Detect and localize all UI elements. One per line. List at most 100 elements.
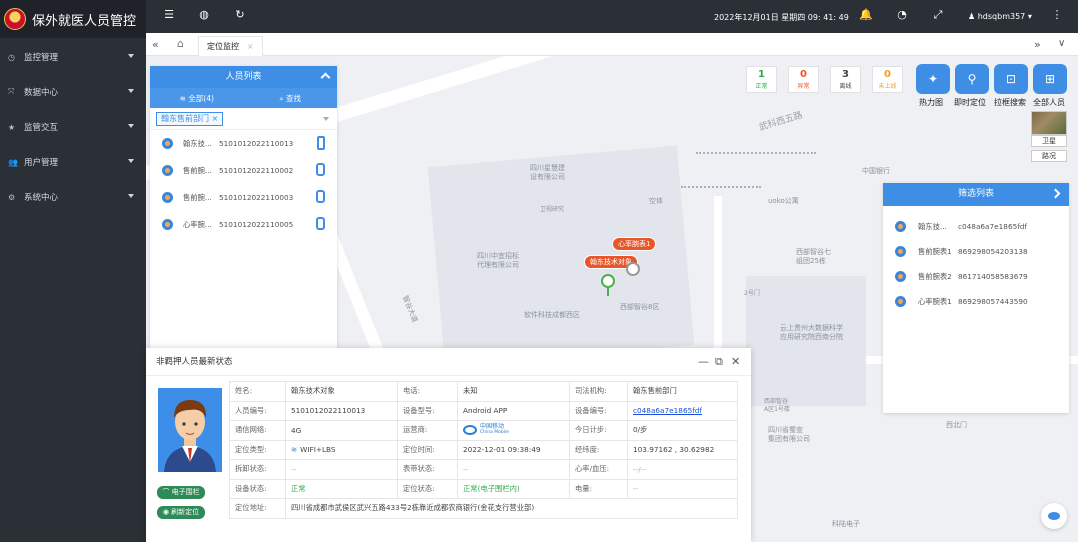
scroll-left-icon[interactable]: « bbox=[152, 38, 159, 51]
field-value: 0/步 bbox=[627, 420, 738, 441]
police-badge-icon bbox=[4, 8, 26, 30]
scroll-right-icon[interactable]: » bbox=[1034, 38, 1041, 51]
action-label[interactable]: 拉框搜索 bbox=[994, 97, 1026, 108]
grid-icon[interactable]: ⊞ bbox=[1033, 64, 1067, 94]
satellite-thumbnail[interactable] bbox=[1031, 111, 1067, 135]
device-code-link[interactable]: c048a6a7e1865fdf bbox=[633, 406, 702, 415]
box-search-icon[interactable]: ⊡ bbox=[994, 64, 1028, 94]
status-table: 姓名: 翰东技术对象 电话: 未知 司法机构: 翰东售前部门 人员编号: 5101012022… bbox=[229, 381, 738, 519]
bell-icon[interactable]: 🔔 bbox=[859, 8, 873, 22]
map-label: 四川省蜀宣 集团有限公司 bbox=[768, 426, 810, 443]
chevron-down-icon: ▾ bbox=[1027, 12, 1032, 21]
person-pin-icon bbox=[895, 296, 906, 307]
collapse-icon[interactable] bbox=[320, 72, 331, 83]
dept-chip[interactable]: 翰东售前部门 × bbox=[156, 112, 224, 126]
device-code: 869298054203138 bbox=[958, 247, 1028, 256]
fullscreen-icon[interactable]: ⤢ bbox=[931, 8, 945, 22]
eye-icon[interactable] bbox=[1041, 503, 1067, 529]
list-item[interactable]: 心率腕... 5101012022110005 bbox=[150, 211, 337, 238]
field-label-text: 运营商: bbox=[403, 425, 428, 435]
panel-title: 筛选列表 bbox=[957, 189, 994, 199]
china-mobile-logo-icon bbox=[463, 425, 477, 436]
map-pin-icon[interactable] bbox=[601, 274, 615, 288]
refresh-icon[interactable]: ↻ bbox=[233, 8, 247, 22]
locate-icon[interactable]: ⚲ bbox=[955, 64, 989, 94]
chevron-down-icon bbox=[128, 159, 134, 163]
list-item[interactable]: 售前腕表1 869298054203138 bbox=[883, 239, 1069, 264]
popup-header: 非羁押人员最新状态 — ⧉ ✕ bbox=[146, 348, 751, 376]
dashboard-icon[interactable]: ◔ bbox=[895, 8, 909, 22]
status-counter[interactable]: 3 离线 bbox=[830, 66, 861, 93]
menu-toggle-icon[interactable]: ☰ bbox=[162, 8, 176, 22]
device-code: c048a6a7e1865fdf bbox=[958, 222, 1027, 231]
tab-location-monitor[interactable]: 定位监控 × bbox=[198, 36, 263, 56]
map-marker-tag[interactable]: 心率腕表1 bbox=[612, 237, 657, 251]
map-type-traffic[interactable]: 路况 bbox=[1031, 150, 1067, 162]
sidebar-item[interactable]: ◷ 监控管理 bbox=[0, 40, 146, 74]
close-icon[interactable]: × bbox=[212, 114, 219, 123]
dept-select[interactable]: 翰东售前部门 × bbox=[150, 108, 337, 130]
tab-all[interactable]: ≋ 全部(4) bbox=[150, 93, 244, 104]
list-item[interactable]: 售前腕... 5101012022110003 bbox=[150, 184, 337, 211]
field-value-text: 未知 bbox=[463, 386, 478, 396]
list-item[interactable]: 售前腕... 5101012022110002 bbox=[150, 157, 337, 184]
list-item[interactable]: 翰东技... 5101012022110013 bbox=[150, 130, 337, 157]
watch-icon bbox=[316, 163, 325, 176]
person-name: 售前腕... bbox=[183, 192, 212, 202]
status-counter[interactable]: 1 正常 bbox=[746, 66, 777, 93]
sidebar-item[interactable]: ⚙ 系统中心 bbox=[0, 180, 146, 214]
chevron-down-icon[interactable] bbox=[323, 117, 329, 121]
sidebar-item[interactable]: ⤧ 数据中心 bbox=[0, 75, 146, 109]
chevron-down-icon[interactable]: ∨ bbox=[1058, 38, 1065, 49]
refresh-location-button[interactable]: ◉ 刷新定位 bbox=[157, 506, 205, 519]
chevron-right-icon[interactable] bbox=[1050, 188, 1061, 199]
field-label-text: 电话: bbox=[403, 386, 421, 396]
minimize-icon[interactable]: — bbox=[698, 348, 709, 376]
electronic-fence-button[interactable]: ⌒ 电子围栏 bbox=[157, 486, 205, 499]
person-list-header[interactable]: 人员列表 bbox=[150, 66, 337, 88]
map-label: 四川星慧建 设有限公司 bbox=[530, 164, 565, 181]
home-icon[interactable]: ⌂ bbox=[177, 37, 184, 50]
tab-label: 定位监控 bbox=[207, 42, 239, 51]
person-pin-icon bbox=[895, 221, 906, 232]
person-id: 5101012022110013 bbox=[219, 139, 294, 148]
person-pin-icon bbox=[895, 271, 906, 282]
map-type-satellite[interactable]: 卫星 bbox=[1031, 135, 1067, 147]
heatmap-icon[interactable]: ✦ bbox=[916, 64, 950, 94]
filter-list-header[interactable]: 筛选列表 bbox=[883, 183, 1069, 206]
field-value-text: --/-- bbox=[633, 464, 646, 474]
user-menu[interactable]: ♟ hdsqbm357 ▾ bbox=[968, 12, 1032, 21]
person-pin-icon bbox=[162, 138, 173, 149]
search-icon: ⌕ bbox=[279, 93, 284, 103]
status-counter[interactable]: 0 异常 bbox=[788, 66, 819, 93]
field-value: -- bbox=[285, 459, 398, 480]
close-icon[interactable]: ✕ bbox=[731, 348, 740, 376]
button-label: 电子围栏 bbox=[171, 488, 200, 496]
field-label: 设备型号: bbox=[397, 400, 458, 421]
field-value: c048a6a7e1865fdf bbox=[627, 400, 738, 421]
more-vert-icon[interactable]: ⋮ bbox=[1050, 8, 1064, 22]
action-label[interactable]: 即时定位 bbox=[954, 97, 986, 108]
list-item[interactable]: 售前腕表2 861714058583679 bbox=[883, 264, 1069, 289]
field-label: 定位时间: bbox=[397, 439, 458, 460]
table-row: 姓名: 翰东技术对象 电话: 未知 司法机构: 翰东售前部门 bbox=[229, 381, 738, 402]
status-counter[interactable]: 0 未上线 bbox=[872, 66, 903, 93]
sidebar-item[interactable]: 👥 用户管理 bbox=[0, 145, 146, 179]
list-item[interactable]: 翰东技... c048a6a7e1865fdf bbox=[883, 214, 1069, 239]
close-icon[interactable]: × bbox=[247, 42, 254, 51]
tab-search[interactable]: ⌕ 查找 bbox=[244, 93, 338, 104]
layers-icon: ≋ bbox=[179, 93, 186, 103]
map-pin-icon[interactable] bbox=[626, 262, 640, 276]
field-value-text: WIFI+LBS bbox=[300, 445, 336, 455]
field-label-text: 定位状态: bbox=[403, 483, 435, 493]
sidebar-item[interactable]: ★ 监管交互 bbox=[0, 110, 146, 144]
datetime: 2022年12月01日 星期四 09: 41: 49 bbox=[714, 13, 849, 22]
action-label[interactable]: 热力图 bbox=[919, 97, 943, 108]
list-item[interactable]: 心率腕表1 869298057443590 bbox=[883, 289, 1069, 314]
globe-icon[interactable]: ◍ bbox=[197, 8, 211, 22]
field-label-text: 人员编号: bbox=[235, 405, 267, 415]
action-label[interactable]: 全部人员 bbox=[1033, 97, 1065, 108]
field-value: -- bbox=[457, 459, 570, 480]
counter-label: 未上线 bbox=[878, 83, 897, 90]
maximize-icon[interactable]: ⧉ bbox=[715, 348, 723, 376]
